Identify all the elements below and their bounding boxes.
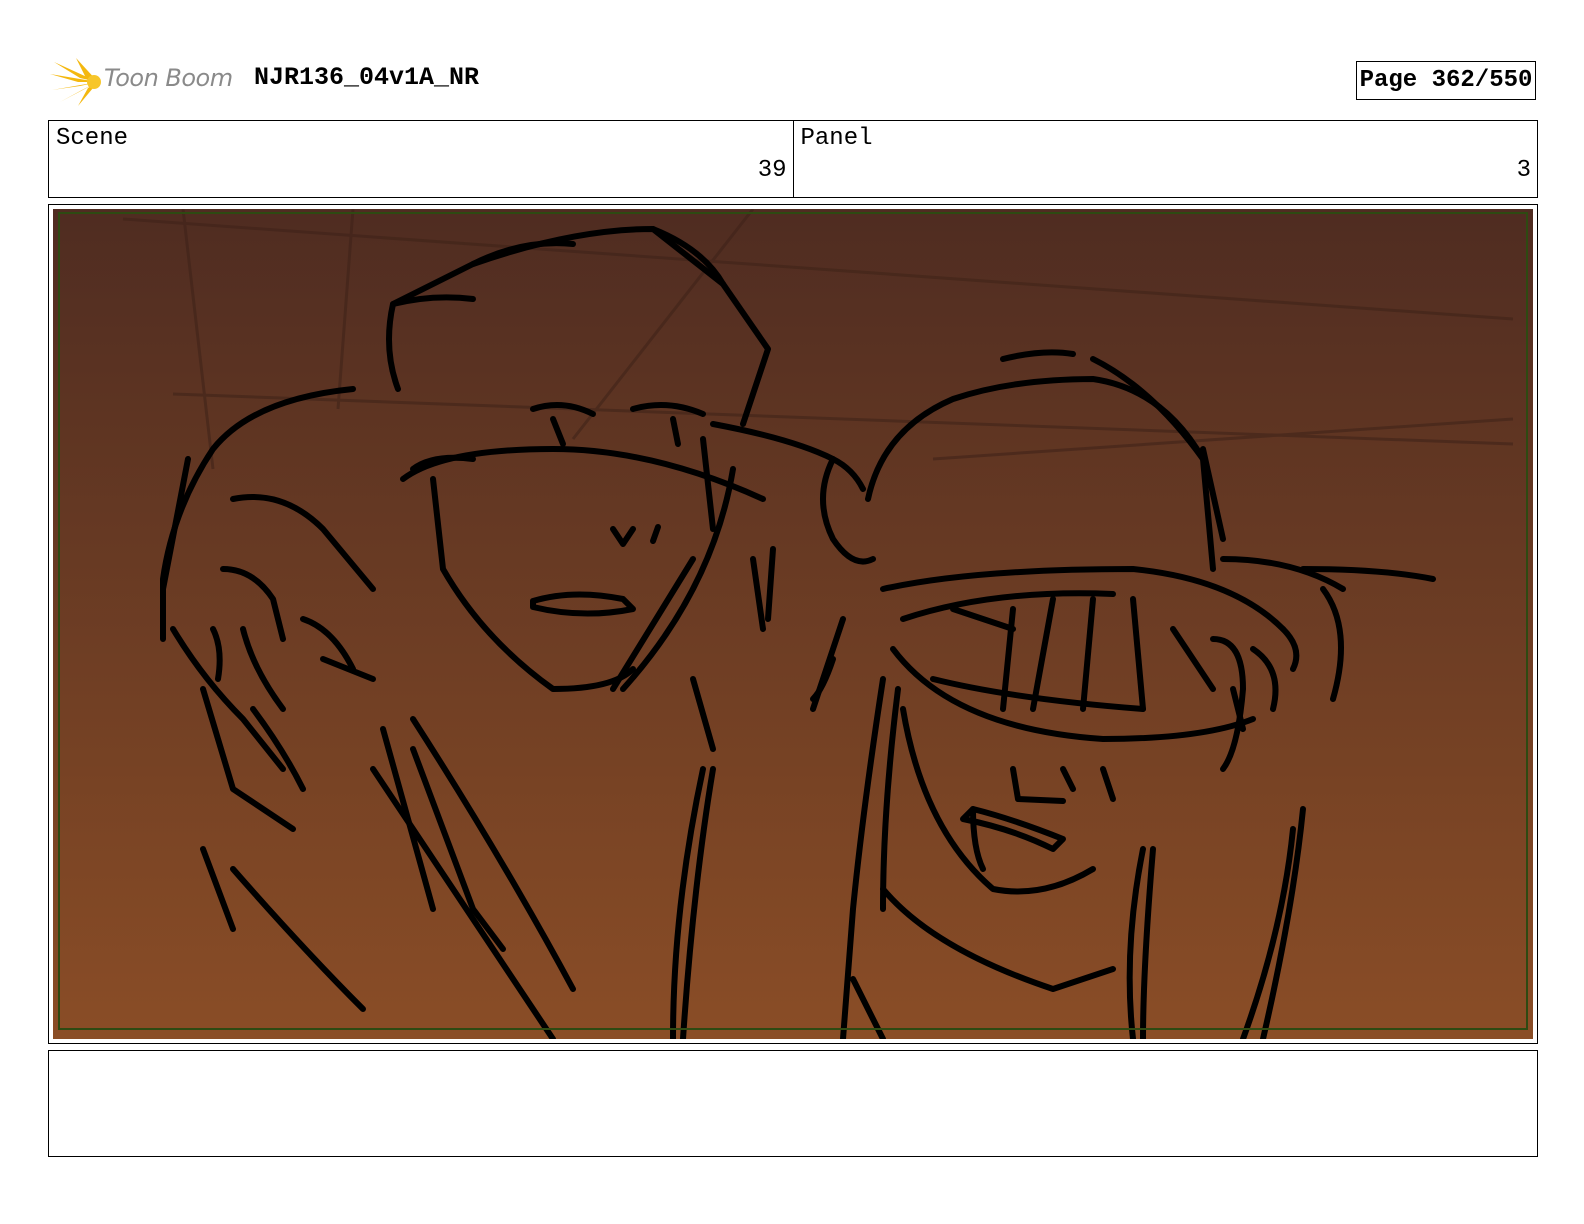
info-row: Scene 39 Panel 3	[48, 120, 1538, 198]
scene-cell: Scene 39	[49, 121, 793, 197]
scene-label: Scene	[56, 125, 129, 152]
logo-text: Toon Boom	[104, 64, 233, 92]
page-indicator: Page 362/550	[1356, 61, 1536, 100]
project-title: NJR136_04v1A_NR	[254, 63, 480, 92]
scene-value: 39	[757, 157, 787, 184]
panel-value: 3	[1516, 157, 1531, 184]
panel-label: Panel	[800, 125, 873, 152]
panel-cell: Panel 3	[792, 121, 1538, 197]
storyboard-sketch	[53, 209, 1533, 1039]
storyboard-frame	[48, 204, 1538, 1044]
notes-box	[48, 1050, 1538, 1157]
